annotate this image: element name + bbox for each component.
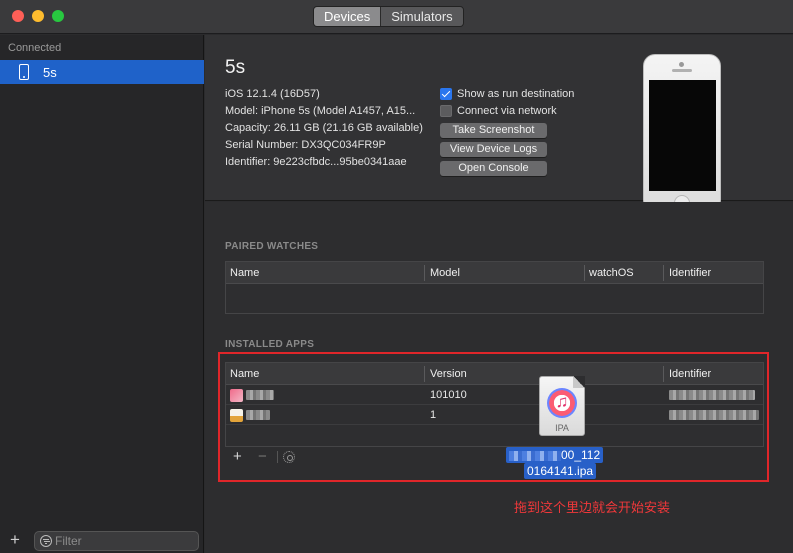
installed-apps-title: INSTALLED APPS bbox=[225, 339, 315, 350]
sidebar-heading-connected: Connected bbox=[8, 42, 62, 54]
sidebar-item-5s[interactable]: 5s bbox=[0, 60, 204, 84]
column-identifier[interactable]: Identifier bbox=[665, 262, 711, 284]
filter-input[interactable] bbox=[55, 533, 195, 549]
connect-via-network-checkbox[interactable] bbox=[440, 105, 452, 117]
connect-via-network-option[interactable]: Connect via network bbox=[440, 104, 557, 118]
device-identifier: Identifier: 9e223cfbdc...95be0341aae bbox=[225, 156, 407, 168]
ios-version: iOS 12.1.4 (16D57) bbox=[225, 88, 320, 100]
device-info-panel: 5s iOS 12.1.4 (16D57) Model: iPhone 5s (… bbox=[205, 35, 793, 212]
device-image bbox=[643, 54, 721, 212]
ipa-file-icon[interactable]: IPA bbox=[539, 376, 585, 436]
show-as-run-destination-label: Show as run destination bbox=[457, 88, 575, 100]
page-fold bbox=[573, 376, 585, 388]
device-capacity: Capacity: 26.11 GB (21.16 GB available) bbox=[225, 122, 423, 134]
file-type-label: IPA bbox=[555, 423, 569, 433]
file-name-line2: 0164141.ipa bbox=[524, 463, 597, 479]
window-titlebar: Devices Simulators bbox=[0, 0, 793, 34]
device-sidebar: Connected 5s + bbox=[0, 35, 204, 553]
show-as-run-destination-option[interactable]: Show as run destination bbox=[440, 87, 574, 101]
earpiece-speaker bbox=[672, 69, 692, 72]
paired-watches-table: Name Model watchOS Identifier bbox=[225, 261, 764, 314]
iphone-icon bbox=[19, 64, 29, 80]
zoom-window-button[interactable] bbox=[52, 10, 64, 22]
front-camera bbox=[679, 62, 684, 67]
file-name-line1-text: 00_112 bbox=[561, 448, 601, 462]
redacted-file-name bbox=[509, 450, 561, 461]
file-name-line1: 00_112 bbox=[506, 447, 604, 463]
paired-watches-header: Name Model watchOS Identifier bbox=[226, 262, 763, 284]
tab-simulators[interactable]: Simulators bbox=[381, 7, 463, 26]
devices-simulators-segmented-control: Devices Simulators bbox=[313, 6, 464, 27]
column-divider bbox=[663, 265, 664, 281]
column-model[interactable]: Model bbox=[426, 262, 460, 284]
device-name: 5s bbox=[225, 57, 246, 78]
drop-target-highlight bbox=[218, 352, 769, 482]
paired-watches-title: PAIRED WATCHES bbox=[225, 241, 319, 252]
take-screenshot-button[interactable]: Take Screenshot bbox=[440, 123, 547, 138]
connect-via-network-label: Connect via network bbox=[457, 105, 557, 117]
filter-field[interactable] bbox=[34, 531, 199, 551]
add-device-button[interactable]: + bbox=[10, 531, 20, 548]
close-window-button[interactable] bbox=[12, 10, 24, 22]
open-console-button[interactable]: Open Console bbox=[440, 161, 547, 176]
annotation-text: 拖到这个里边就会开始安装 bbox=[514, 500, 671, 515]
tab-devices[interactable]: Devices bbox=[314, 7, 381, 26]
device-model: Model: iPhone 5s (Model A1457, A15... bbox=[225, 105, 416, 117]
serial-number: Serial Number: DX3QC034FR9P bbox=[225, 139, 386, 151]
column-watchos[interactable]: watchOS bbox=[585, 262, 634, 284]
itunes-music-note-icon bbox=[547, 388, 577, 418]
column-divider bbox=[424, 265, 425, 281]
show-as-run-destination-checkbox[interactable] bbox=[440, 88, 452, 100]
minimize-window-button[interactable] bbox=[32, 10, 44, 22]
filter-icon bbox=[40, 535, 52, 547]
device-screen bbox=[649, 80, 716, 191]
view-device-logs-button[interactable]: View Device Logs bbox=[440, 142, 547, 157]
column-name[interactable]: Name bbox=[226, 262, 259, 284]
sidebar-item-label: 5s bbox=[43, 65, 57, 80]
